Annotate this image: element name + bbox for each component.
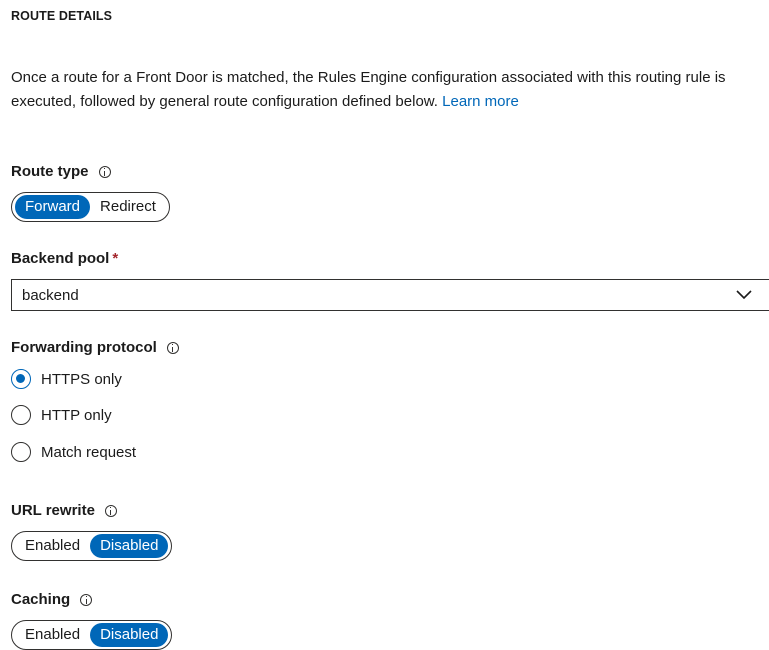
required-marker: * xyxy=(112,250,119,267)
backend-pool-dropdown[interactable]: backend xyxy=(11,279,769,311)
forwarding-protocol-label-row: Forwarding protocol xyxy=(11,339,179,356)
route-type-label: Route type xyxy=(11,163,89,180)
info-icon[interactable] xyxy=(166,341,179,354)
caching-label: Caching xyxy=(11,591,71,608)
caching-enabled-option[interactable]: Enabled xyxy=(15,623,90,647)
radio-https-only[interactable]: HTTPS only xyxy=(11,369,122,389)
url-rewrite-enabled-option[interactable]: Enabled xyxy=(15,534,90,558)
radio-match-request[interactable]: Match request xyxy=(11,442,136,462)
section-title: ROUTE DETAILS xyxy=(11,9,113,23)
route-type-redirect-option[interactable]: Redirect xyxy=(90,195,166,219)
caching-label-row: Caching xyxy=(11,591,93,608)
caching-disabled-option[interactable]: Disabled xyxy=(90,623,169,647)
radio-button[interactable] xyxy=(11,442,31,462)
backend-pool-label: Backend pool xyxy=(11,250,110,267)
radio-label: HTTPS only xyxy=(41,370,122,388)
url-rewrite-disabled-option[interactable]: Disabled xyxy=(90,534,169,558)
radio-label: Match request xyxy=(41,443,137,461)
route-type-label-row: Route type xyxy=(11,163,111,180)
chevron-down-icon[interactable] xyxy=(735,286,753,304)
radio-button[interactable] xyxy=(11,405,31,425)
description-text: Once a route for a Front Door is matched… xyxy=(11,69,726,110)
radio-http-only[interactable]: HTTP only xyxy=(11,405,112,425)
info-icon[interactable] xyxy=(98,165,111,178)
backend-pool-value: backend xyxy=(22,286,79,304)
radio-button-checked[interactable] xyxy=(11,369,31,389)
learn-more-link[interactable]: Learn more xyxy=(442,93,519,110)
radio-label: HTTP only xyxy=(41,406,112,424)
route-type-toggle[interactable]: Forward Redirect xyxy=(11,192,170,222)
url-rewrite-label: URL rewrite xyxy=(11,502,95,519)
info-icon[interactable] xyxy=(80,593,93,606)
url-rewrite-label-row: URL rewrite xyxy=(11,502,117,519)
forwarding-protocol-label: Forwarding protocol xyxy=(11,339,157,356)
caching-toggle[interactable]: Enabled Disabled xyxy=(11,620,173,650)
route-description: Once a route for a Front Door is matched… xyxy=(11,66,761,114)
url-rewrite-toggle[interactable]: Enabled Disabled xyxy=(11,531,173,561)
route-type-forward-option[interactable]: Forward xyxy=(15,195,91,219)
info-icon[interactable] xyxy=(104,504,117,517)
backend-pool-label-row: Backend pool * xyxy=(11,250,118,267)
